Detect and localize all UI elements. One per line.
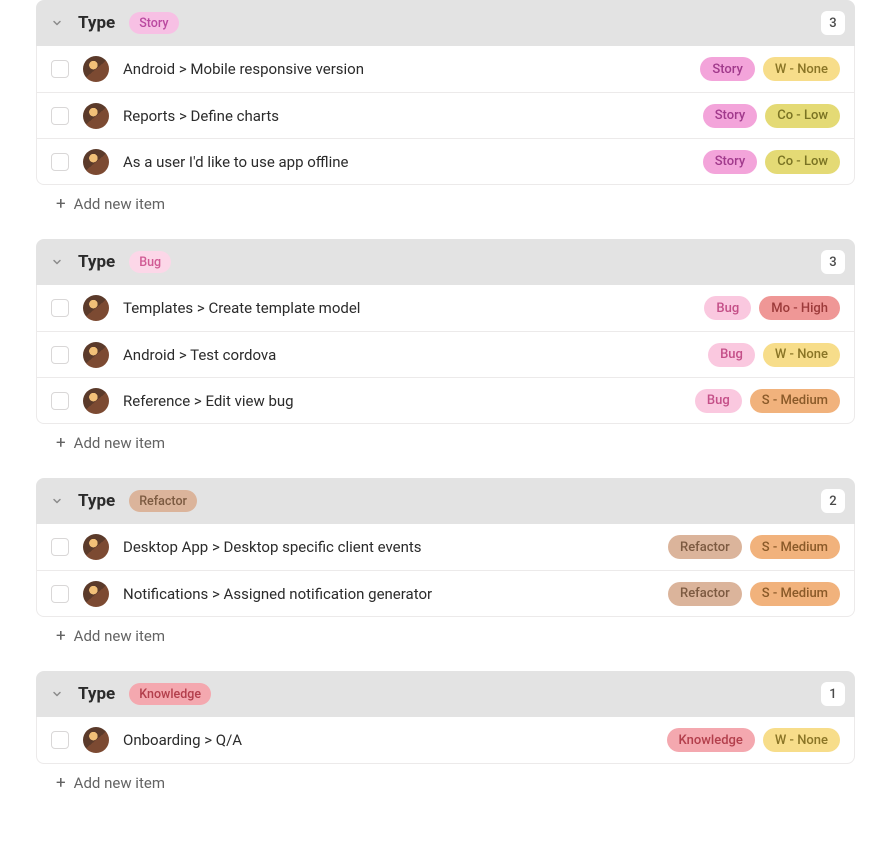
task-title[interactable]: Desktop App > Desktop specific client ev… (123, 538, 654, 556)
add-new-item[interactable]: + Add new item (36, 617, 855, 645)
priority-tag[interactable]: W - None (763, 57, 840, 81)
row-checkbox[interactable] (51, 299, 69, 317)
type-tag[interactable]: Story (700, 57, 755, 81)
task-title[interactable]: Templates > Create template model (123, 299, 690, 317)
group-label: Type (78, 491, 115, 511)
group-type-pill[interactable]: Story (129, 12, 178, 34)
priority-tag[interactable]: W - None (763, 343, 840, 367)
row-checkbox[interactable] (51, 585, 69, 603)
task-title[interactable]: Notifications > Assigned notification ge… (123, 585, 654, 603)
plus-icon: + (56, 196, 66, 213)
assignee-avatar[interactable] (83, 388, 109, 414)
group-label: Type (78, 252, 115, 272)
group-type-pill[interactable]: Bug (129, 251, 171, 273)
add-new-item[interactable]: + Add new item (36, 185, 855, 213)
group-count: 2 (821, 489, 845, 513)
chevron-down-icon[interactable] (50, 687, 64, 701)
task-title[interactable]: Android > Mobile responsive version (123, 60, 686, 78)
priority-tag[interactable]: W - None (763, 728, 840, 752)
group-label: Type (78, 684, 115, 704)
plus-icon: + (56, 435, 66, 452)
task-row[interactable]: Reports > Define charts Story Co - Low (37, 92, 854, 138)
group-header[interactable]: Type Story 3 (36, 0, 855, 46)
task-row[interactable]: Android > Mobile responsive version Story… (37, 46, 854, 92)
assignee-avatar[interactable] (83, 149, 109, 175)
priority-tag[interactable]: Co - Low (765, 150, 840, 174)
group-type-pill[interactable]: Refactor (129, 490, 197, 512)
priority-tag[interactable]: S - Medium (750, 535, 840, 559)
row-checkbox[interactable] (51, 538, 69, 556)
group-type-pill[interactable]: Knowledge (129, 683, 211, 705)
task-title[interactable]: Onboarding > Q/A (123, 731, 653, 749)
row-checkbox[interactable] (51, 731, 69, 749)
type-tag[interactable]: Bug (708, 343, 755, 367)
add-new-label: Add new item (74, 774, 165, 792)
group-count: 1 (821, 682, 845, 706)
row-checkbox[interactable] (51, 153, 69, 171)
type-tag[interactable]: Bug (695, 389, 742, 413)
plus-icon: + (56, 775, 66, 792)
type-tag[interactable]: Refactor (668, 582, 742, 606)
task-row[interactable]: Android > Test cordova Bug W - None (37, 331, 854, 377)
task-row[interactable]: Onboarding > Q/A Knowledge W - None (37, 717, 854, 763)
type-tag[interactable]: Bug (704, 296, 751, 320)
type-tag[interactable]: Knowledge (667, 728, 755, 752)
priority-tag[interactable]: S - Medium (750, 582, 840, 606)
assignee-avatar[interactable] (83, 727, 109, 753)
priority-tag[interactable]: S - Medium (750, 389, 840, 413)
task-row[interactable]: Desktop App > Desktop specific client ev… (37, 524, 854, 570)
priority-tag[interactable]: Co - Low (765, 104, 840, 128)
task-title[interactable]: Reports > Define charts (123, 107, 689, 125)
chevron-down-icon[interactable] (50, 255, 64, 269)
add-new-label: Add new item (74, 627, 165, 645)
task-title[interactable]: As a user I'd like to use app offline (123, 153, 689, 171)
type-tag[interactable]: Refactor (668, 535, 742, 559)
row-checkbox[interactable] (51, 107, 69, 125)
group-label: Type (78, 13, 115, 33)
assignee-avatar[interactable] (83, 295, 109, 321)
group-count: 3 (821, 11, 845, 35)
assignee-avatar[interactable] (83, 56, 109, 82)
chevron-down-icon[interactable] (50, 16, 64, 30)
row-checkbox[interactable] (51, 60, 69, 78)
add-new-item[interactable]: + Add new item (36, 424, 855, 452)
add-new-label: Add new item (74, 195, 165, 213)
row-checkbox[interactable] (51, 392, 69, 410)
assignee-avatar[interactable] (83, 581, 109, 607)
assignee-avatar[interactable] (83, 103, 109, 129)
group-header[interactable]: Type Bug 3 (36, 239, 855, 285)
chevron-down-icon[interactable] (50, 494, 64, 508)
task-row[interactable]: Notifications > Assigned notification ge… (37, 570, 854, 616)
task-title[interactable]: Android > Test cordova (123, 346, 694, 364)
task-row[interactable]: As a user I'd like to use app offline Sto… (37, 138, 854, 184)
add-new-item[interactable]: + Add new item (36, 764, 855, 792)
type-tag[interactable]: Story (703, 150, 758, 174)
assignee-avatar[interactable] (83, 534, 109, 560)
group-header[interactable]: Type Refactor 2 (36, 478, 855, 524)
type-tag[interactable]: Story (703, 104, 758, 128)
task-row[interactable]: Reference > Edit view bug Bug S - Medium (37, 377, 854, 423)
row-checkbox[interactable] (51, 346, 69, 364)
plus-icon: + (56, 628, 66, 645)
assignee-avatar[interactable] (83, 342, 109, 368)
task-title[interactable]: Reference > Edit view bug (123, 392, 681, 410)
add-new-label: Add new item (74, 434, 165, 452)
priority-tag[interactable]: Mo - High (759, 296, 840, 320)
task-row[interactable]: Templates > Create template model Bug Mo -… (37, 285, 854, 331)
group-header[interactable]: Type Knowledge 1 (36, 671, 855, 717)
group-count: 3 (821, 250, 845, 274)
